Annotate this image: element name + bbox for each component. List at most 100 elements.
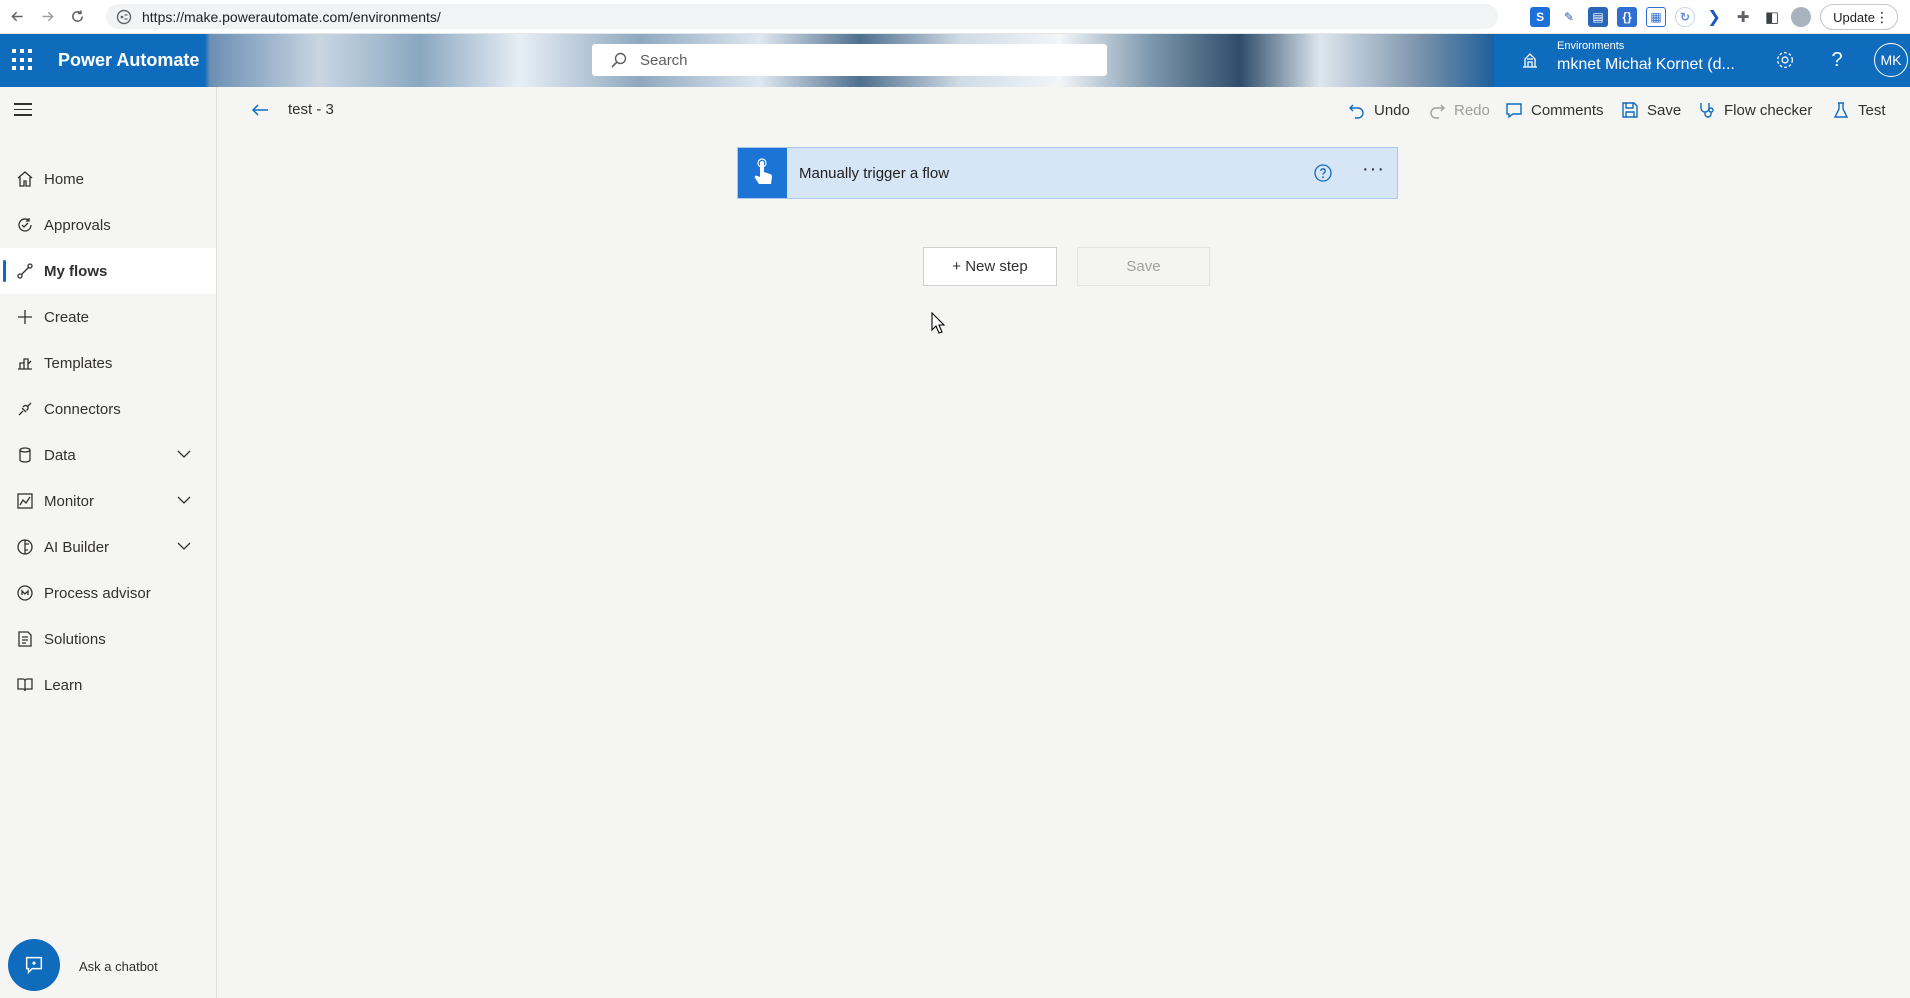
sidebar-item-label: Monitor — [44, 492, 95, 510]
sidebar-item-solutions[interactable]: Solutions — [0, 616, 216, 662]
extension-json-icon[interactable]: {} — [1617, 7, 1638, 27]
chatbot-button[interactable] — [8, 939, 60, 991]
extension-pen-icon[interactable]: ✎ — [1559, 7, 1579, 27]
update-label: Update — [1833, 9, 1875, 25]
sidebar-item-home[interactable]: Home — [0, 156, 216, 202]
sidebar-item-monitor[interactable]: Monitor — [0, 478, 216, 524]
user-avatar[interactable]: MK — [1874, 43, 1908, 77]
environment-label: Environments — [1557, 40, 1625, 52]
profile-avatar-icon[interactable] — [1791, 7, 1812, 27]
undo-button[interactable]: Undo — [1348, 98, 1410, 122]
app-name[interactable]: Power Automate — [58, 50, 199, 71]
monitor-icon — [17, 493, 33, 509]
sidebar-item-label: Connectors — [44, 400, 121, 418]
redo-icon — [1430, 104, 1445, 119]
test-button[interactable]: Test — [1832, 98, 1886, 122]
address-bar[interactable]: https://make.powerautomate.com/environme… — [106, 4, 1498, 29]
sidebar-item-label: Create — [44, 308, 90, 326]
ai-builder-icon — [17, 539, 33, 555]
search-input[interactable]: Search — [592, 44, 1107, 76]
trigger-icon-box — [738, 148, 787, 198]
save-command-button[interactable]: Save — [1621, 98, 1681, 122]
sidebar-item-create[interactable]: Create — [0, 294, 216, 340]
plus-icon — [18, 310, 32, 324]
sidebar-item-approvals[interactable]: Approvals — [0, 202, 216, 248]
back-arrow-icon[interactable] — [250, 100, 270, 120]
chevron-down-icon — [177, 496, 191, 504]
url-text: https://make.powerautomate.com/environme… — [142, 8, 441, 25]
sidebar-item-my-flows[interactable]: My flows — [0, 248, 216, 294]
extension-panel-icon[interactable]: ▤ — [1588, 7, 1609, 27]
sidebar-item-label: Templates — [44, 354, 113, 372]
side-panel-icon[interactable]: ◧ — [1762, 7, 1782, 27]
sidebar-item-process-advisor[interactable]: Process advisor — [0, 570, 216, 616]
extensions-area: S ✎ ▤ {} ▦ ↻ ❯ ✚ ◧ Update ⋮ — [1530, 4, 1898, 30]
more-options-icon[interactable]: ··· — [1362, 158, 1385, 181]
comments-button[interactable]: Comments — [1505, 98, 1604, 122]
sidebar-item-learn[interactable]: Learn — [0, 662, 216, 708]
flow-command-bar: test - 3 Undo Redo Comments Save Flow ch… — [218, 87, 1910, 132]
settings-button[interactable] — [1773, 48, 1797, 72]
new-step-button[interactable]: + New step — [923, 247, 1057, 286]
flow-title: test - 3 — [288, 101, 334, 118]
sidebar-item-label: My flows — [44, 262, 108, 280]
sidebar-item-templates[interactable]: Templates — [0, 340, 216, 386]
help-button[interactable]: ? — [1825, 48, 1849, 72]
redo-label: Redo — [1454, 101, 1490, 119]
extension-sync-icon[interactable]: ↻ — [1675, 7, 1696, 27]
search-placeholder: Search — [640, 51, 688, 69]
templates-icon — [18, 358, 32, 370]
trigger-card[interactable]: Manually trigger a flow ··· — [737, 147, 1398, 199]
beaker-icon — [1833, 102, 1849, 118]
arrow-right-icon — [41, 11, 54, 22]
home-icon — [17, 171, 33, 187]
trigger-title: Manually trigger a flow — [799, 164, 950, 182]
comments-label: Comments — [1531, 101, 1604, 119]
browser-forward-button[interactable] — [34, 4, 60, 30]
save-label: Save — [1647, 101, 1682, 119]
undo-icon — [1349, 104, 1364, 119]
extension-s-icon[interactable]: S — [1530, 7, 1551, 27]
process-advisor-icon — [17, 585, 33, 601]
mouse-cursor-icon — [931, 312, 945, 334]
environment-icon — [1523, 53, 1537, 68]
sidebar-item-label: Approvals — [44, 216, 111, 234]
sidebar-item-label: Solutions — [44, 630, 106, 648]
sidebar-item-connectors[interactable]: Connectors — [0, 386, 216, 432]
site-info-icon — [116, 9, 132, 24]
question-mark-icon: ? — [1831, 48, 1843, 71]
redo-button[interactable]: Redo — [1428, 98, 1490, 122]
sidebar-item-ai-builder[interactable]: AI Builder — [0, 524, 216, 570]
stethoscope-icon — [1700, 103, 1714, 118]
chatbot-label[interactable]: Ask a chatbot — [79, 959, 158, 974]
extension-arrow-icon[interactable]: ❯ — [1704, 7, 1724, 27]
app-launcher-icon[interactable] — [12, 49, 34, 71]
app-header: Power Automate Search Environments mknet… — [0, 34, 1910, 87]
browser-toolbar: https://make.powerautomate.com/environme… — [0, 0, 1910, 34]
browser-reload-button[interactable] — [64, 4, 90, 30]
flow-checker-button[interactable]: Flow checker — [1698, 98, 1812, 122]
browser-back-button[interactable] — [4, 4, 30, 30]
sidebar-item-data[interactable]: Data — [0, 432, 216, 478]
search-icon — [611, 52, 627, 68]
flow-checker-label: Flow checker — [1724, 101, 1813, 119]
sidebar-item-label: AI Builder — [44, 538, 110, 556]
extension-grid-icon[interactable]: ▦ — [1646, 7, 1667, 27]
test-label: Test — [1858, 101, 1886, 119]
browser-update-button[interactable]: Update ⋮ — [1820, 4, 1898, 30]
sidebar-item-label: Data — [44, 446, 76, 464]
hamburger-menu-icon[interactable] — [14, 103, 32, 117]
arrow-left-icon — [10, 11, 23, 22]
touch-hand-icon — [754, 158, 772, 184]
sidebar-item-label: Home — [44, 170, 85, 188]
comment-icon — [1506, 103, 1522, 119]
chatbot-icon — [25, 956, 43, 975]
browser-menu-icon: ⋮ — [1875, 9, 1889, 25]
flows-icon — [17, 263, 33, 279]
puzzle-icon[interactable]: ✚ — [1733, 7, 1753, 27]
save-button[interactable]: Save — [1077, 247, 1210, 286]
environment-name: mknet Michał Kornet (d... — [1557, 56, 1735, 73]
data-icon — [19, 447, 31, 463]
help-circle-icon[interactable] — [1313, 163, 1333, 183]
solutions-icon — [18, 631, 32, 647]
